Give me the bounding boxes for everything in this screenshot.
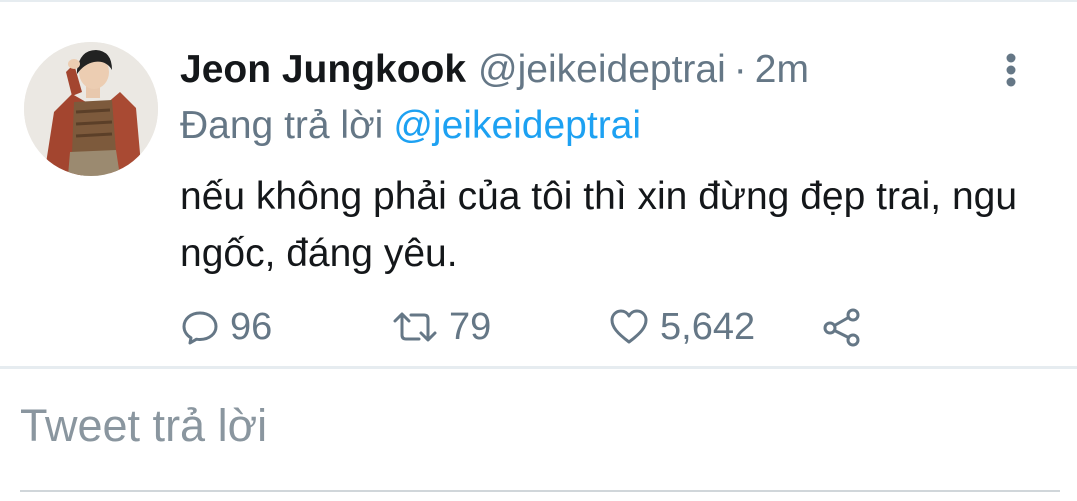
replying-to-mention[interactable]: @jeikeideptrai — [393, 104, 641, 147]
separator-dot: · — [733, 48, 747, 91]
avatar[interactable] — [24, 42, 158, 176]
share-icon — [823, 308, 860, 347]
reply-icon — [182, 311, 218, 345]
replying-label: Đang trả lời — [180, 104, 384, 147]
tweet-timestamp[interactable]: 2m — [755, 48, 809, 92]
tweet-text: nếu không phải của tôi thì xin đừng đẹp … — [180, 175, 1018, 275]
tweet-header: Jeon Jungkook @jeikeideptrai · 2m — [180, 46, 809, 94]
retweet-count: 79 — [449, 305, 492, 348]
more-vertical-icon — [1006, 53, 1016, 87]
reply-composer-input[interactable]: Tweet trả lời — [20, 400, 1060, 452]
like-button[interactable]: 5,642 — [608, 302, 755, 352]
share-button[interactable] — [820, 302, 864, 352]
author-name[interactable]: Jeon Jungkook — [180, 48, 466, 92]
tweet[interactable]: Jeon Jungkook @jeikeideptrai · 2m Đang t… — [0, 2, 1077, 365]
author-handle[interactable]: @jeikeideptrai — [478, 48, 726, 92]
replying-to-line: Đang trả lời @jeikeideptrai — [180, 104, 641, 148]
section-divider — [0, 366, 1077, 369]
more-options-button[interactable] — [996, 50, 1026, 90]
avatar-image — [24, 42, 158, 176]
retweet-button[interactable]: 79 — [391, 302, 491, 352]
reply-button[interactable]: 96 — [180, 302, 272, 352]
heart-icon — [610, 309, 648, 344]
reply-count: 96 — [230, 305, 273, 348]
composer-underline — [20, 490, 1060, 492]
retweet-icon — [393, 312, 437, 342]
like-count: 5,642 — [660, 305, 756, 348]
